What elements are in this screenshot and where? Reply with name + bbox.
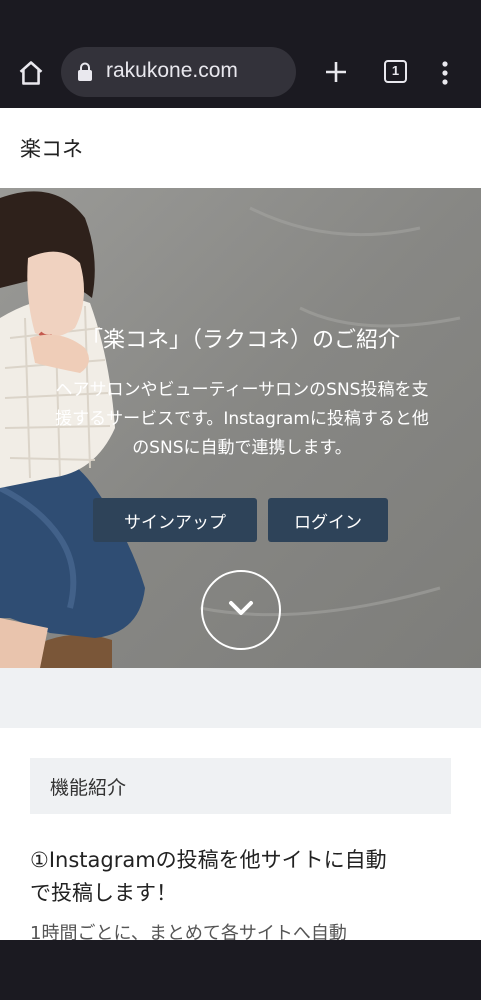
- hero-section: 「楽コネ」（ラクコネ）のご紹介 ヘアサロンやビューティーサロンのSNS投稿を支 …: [0, 188, 481, 668]
- more-vert-icon[interactable]: [438, 60, 452, 86]
- tab-switcher-icon[interactable]: 1: [384, 60, 407, 83]
- signup-button[interactable]: サインアップ: [93, 498, 257, 542]
- address-bar[interactable]: rakukone.com: [61, 47, 296, 97]
- feature-title-line: で投稿します！: [30, 881, 177, 905]
- scroll-down-button[interactable]: [201, 570, 281, 650]
- features-heading-label: 機能紹介: [50, 777, 127, 799]
- site-header: 楽コネ: [0, 108, 481, 188]
- hero-description-line: 援するサービスです。Instagramに投稿すると他: [55, 409, 429, 429]
- feature-description: 1時間ごとに、まとめて各サイトへ自動: [30, 923, 347, 940]
- home-icon[interactable]: [17, 59, 45, 87]
- plus-icon[interactable]: [324, 60, 348, 84]
- lock-icon: [78, 62, 92, 81]
- status-bar: [0, 0, 481, 38]
- url-text: rakukone.com: [106, 59, 238, 82]
- hero-title: 「楽コネ」（ラクコネ）のご紹介: [80, 328, 400, 353]
- hero-description-line: のSNSに自動で連携します。: [132, 438, 352, 458]
- feature-title: ①Instagramの投稿を他サイトに自動 で投稿します！: [30, 844, 450, 910]
- login-button[interactable]: ログイン: [268, 498, 388, 542]
- tab-count: 1: [391, 63, 400, 78]
- chevron-down-icon: [229, 601, 253, 615]
- hero-description: ヘアサロンやビューティーサロンのSNS投稿を支 援するサービスです。Instag…: [22, 376, 462, 463]
- system-navigation-bar: [0, 940, 481, 1000]
- section-divider: [0, 668, 481, 728]
- feature-title-line: ①Instagramの投稿を他サイトに自動: [30, 848, 387, 872]
- features-heading: 機能紹介: [30, 758, 451, 814]
- hero-description-line: ヘアサロンやビューティーサロンのSNS投稿を支: [55, 380, 429, 400]
- browser-toolbar: rakukone.com 1: [0, 38, 481, 108]
- web-page: 楽コネ 「楽コネ」（ラクコネ）のご紹介 ヘアサロンやビューティーサロンのSNS投…: [0, 108, 481, 940]
- site-title[interactable]: 楽コネ: [20, 133, 83, 163]
